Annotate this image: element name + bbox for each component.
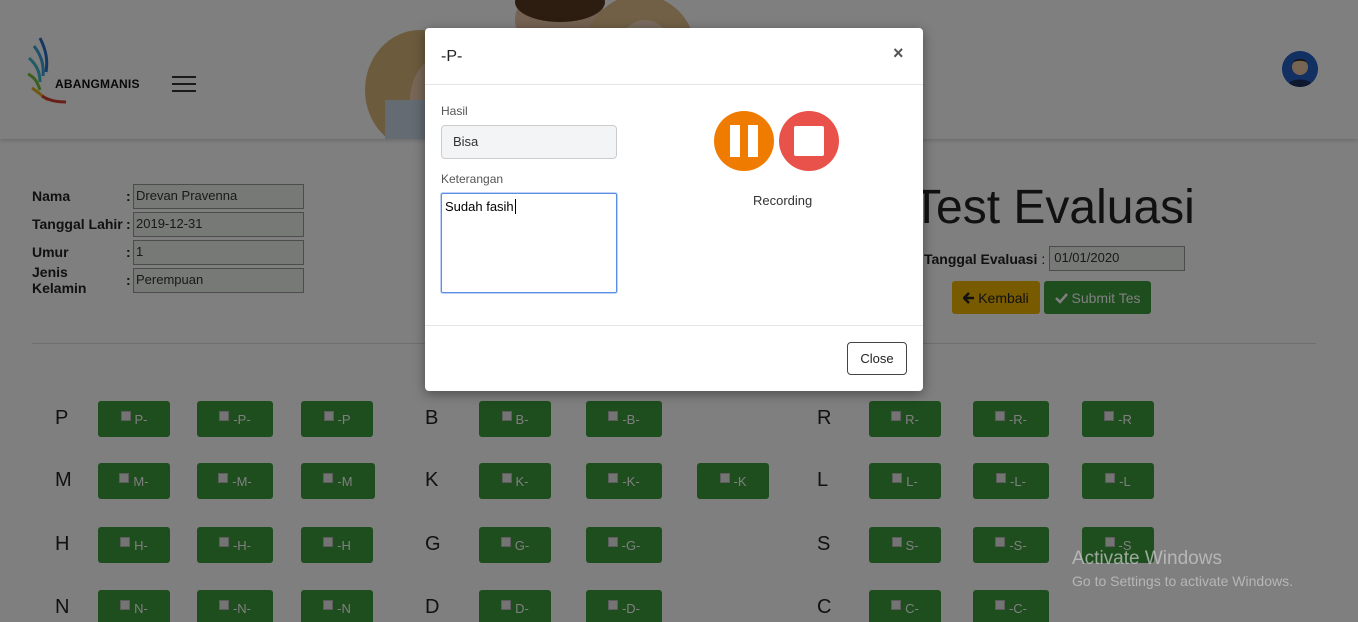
close-button[interactable]: Close [847, 342, 907, 375]
pause-recording-button[interactable] [714, 111, 774, 171]
stop-recording-button[interactable] [779, 111, 839, 171]
windows-watermark-subtitle: Go to Settings to activate Windows. [1072, 573, 1293, 589]
recording-status: Recording [753, 193, 813, 208]
modal-footer-divider [425, 325, 923, 326]
keterangan-text: Sudah fasih [445, 199, 514, 214]
text-cursor: ​ [514, 199, 516, 214]
windows-watermark-title: Activate Windows [1072, 548, 1222, 569]
recording-modal: -P- × Hasil Bisa Keterangan Sudah fasih​… [425, 28, 923, 391]
close-icon[interactable]: × [893, 43, 904, 64]
keterangan-textarea[interactable]: Sudah fasih​ [441, 193, 617, 293]
hasil-label: Hasil [441, 104, 468, 118]
hasil-input[interactable]: Bisa [441, 125, 617, 159]
stop-icon [794, 126, 824, 156]
modal-title: -P- [441, 48, 463, 65]
modal-header-divider [425, 84, 923, 85]
keterangan-label: Keterangan [441, 172, 504, 186]
